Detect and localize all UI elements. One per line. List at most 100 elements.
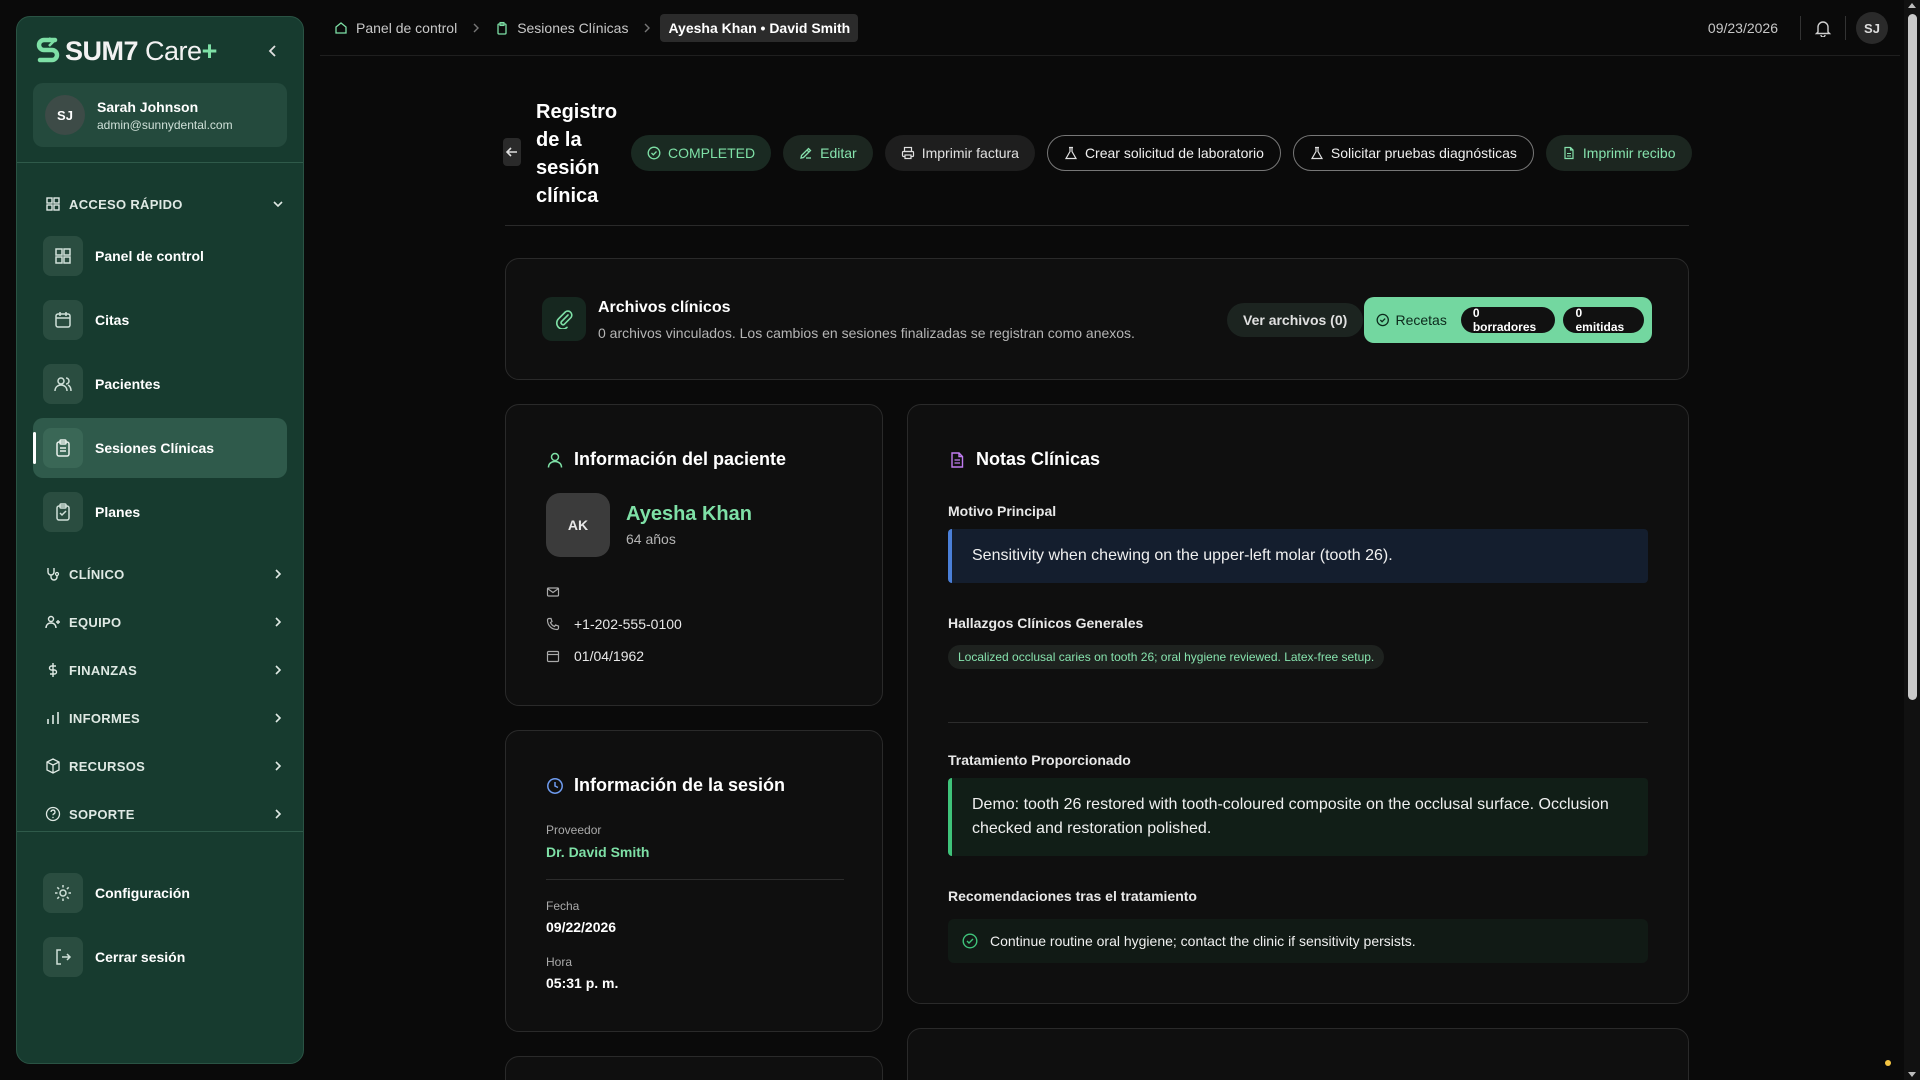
findings-tag: Localized occlusal caries on tooth 26; o… <box>948 645 1385 669</box>
collapse-sidebar-button[interactable] <box>261 39 285 63</box>
chief-complaint-text: Sensitivity when chewing on the upper-le… <box>948 529 1648 583</box>
flask-icon <box>1064 146 1077 160</box>
patient-name[interactable]: Ayesha Khan <box>626 503 752 526</box>
create-lab-request-button[interactable]: Crear solicitud de laboratorio <box>1046 135 1281 171</box>
provider-name[interactable]: Dr. David Smith <box>546 844 649 860</box>
scrollbar-thumb[interactable] <box>1908 14 1917 700</box>
page-scrollbar[interactable] <box>1904 0 1920 1080</box>
findings-label: Hallazgos Clínicos Generales <box>948 615 1144 631</box>
section-label: SOPORTE <box>69 806 135 822</box>
sidebar-divider <box>17 831 303 832</box>
arrow-left-icon <box>505 147 517 157</box>
session-date: 09/22/2026 <box>546 919 617 935</box>
chevron-right-icon <box>275 665 282 675</box>
scroll-up-icon[interactable] <box>1908 2 1916 10</box>
clipboard-icon <box>497 21 507 35</box>
date-label: Fecha <box>546 899 580 913</box>
chevron-right-icon <box>275 809 282 819</box>
print-receipt-button[interactable]: Imprimir recibo <box>1545 135 1692 171</box>
section-label: ACCESO RÁPIDO <box>69 196 183 212</box>
patient-age: 64 años <box>626 531 676 547</box>
bell-icon <box>1814 21 1832 37</box>
request-diagnostics-button[interactable]: Solicitar pruebas diagnósticas <box>1292 135 1534 171</box>
sidebar-item-appointments[interactable]: Citas <box>33 290 287 350</box>
section-reports[interactable]: INFORMES <box>45 708 291 728</box>
edit-icon <box>800 147 812 159</box>
paperclip-icon-box <box>542 297 586 341</box>
notifications-button[interactable] <box>1811 16 1835 40</box>
calendar-icon <box>546 650 560 663</box>
scroll-down-icon[interactable] <box>1908 1070 1916 1078</box>
chevron-left-icon <box>268 45 276 57</box>
breadcrumb-sessions[interactable]: Sesiones Clínicas <box>489 14 634 42</box>
sidebar-item-logout[interactable]: Cerrar sesión <box>33 927 287 987</box>
bar-chart-icon <box>47 712 59 724</box>
divider <box>948 722 1648 723</box>
clinical-notes-card: Notas Clínicas Motivo Principal Sensitiv… <box>907 404 1689 1004</box>
sidebar-item-label: Sesiones Clínicas <box>95 440 215 456</box>
sidebar-item-patients[interactable]: Pacientes <box>33 354 287 414</box>
clock-icon <box>547 777 563 794</box>
patient-dob: 01/04/1962 <box>574 648 645 664</box>
section-label: RECURSOS <box>69 758 146 774</box>
view-files-button[interactable]: Ver archivos (0) <box>1227 303 1364 337</box>
edit-button[interactable]: Editar <box>783 135 873 171</box>
print-invoice-button[interactable]: Imprimir factura <box>884 135 1035 171</box>
patient-email-row <box>546 585 574 599</box>
drafts-count: 0 borradores <box>1460 306 1556 334</box>
patient-info-card: Información del paciente AK Ayesha Khan … <box>505 404 883 706</box>
current-date: 09/23/2026 <box>1707 20 1778 36</box>
sidebar: SUM7 Care+ SJ Sarah Johnson admin@sunnyd… <box>16 16 304 1064</box>
chevron-right-icon <box>275 569 282 579</box>
section-clinical[interactable]: CLÍNICO <box>45 564 291 584</box>
sidebar-item-settings[interactable]: Configuración <box>33 863 287 923</box>
sidebar-item-label: Planes <box>95 504 141 520</box>
avatar: SJ <box>45 95 85 135</box>
patient-phone: +1-202-555-0100 <box>574 616 682 632</box>
logo-mark-icon <box>36 37 60 63</box>
issued-count: 0 emitidas <box>1563 306 1645 334</box>
session-time: 05:31 p. m. <box>546 975 619 991</box>
breadcrumb-current: Ayesha Khan • David Smith <box>660 14 859 42</box>
clipboard-check-icon <box>56 503 70 521</box>
user-avatar-button[interactable]: SJ <box>1856 12 1888 44</box>
chevron-down-icon <box>273 201 283 208</box>
file-icon <box>1564 146 1574 160</box>
recommendation-item: Continue routine oral hygiene; contact t… <box>948 919 1648 963</box>
sidebar-item-plans[interactable]: Planes <box>33 482 287 542</box>
breadcrumb: Panel de control Sesiones Clínicas Ayesh… <box>328 14 859 42</box>
sidebar-item-dashboard[interactable]: Panel de control <box>33 226 287 286</box>
section-finances[interactable]: FINANZAS <box>45 660 291 680</box>
logout-icon <box>56 949 72 965</box>
treatment-label: Tratamiento Proporcionado <box>948 752 1131 768</box>
divider <box>1845 16 1846 40</box>
chevron-right-icon <box>275 713 282 723</box>
sidebar-item-label: Configuración <box>95 885 190 901</box>
time-label: Hora <box>546 955 573 969</box>
check-circle-icon <box>1376 313 1389 327</box>
sidebar-item-clinical-sessions[interactable]: Sesiones Clínicas <box>33 418 287 478</box>
diagnostics-card <box>907 1028 1689 1080</box>
section-team[interactable]: EQUIPO <box>45 612 291 632</box>
check-circle-icon <box>962 933 978 949</box>
chief-complaint-label: Motivo Principal <box>948 503 1057 519</box>
user-card[interactable]: SJ Sarah Johnson admin@sunnydental.com <box>33 83 287 147</box>
brand-logo[interactable]: SUM7 Care+ <box>35 35 217 67</box>
back-button[interactable] <box>503 138 521 166</box>
user-group-icon <box>45 615 60 629</box>
section-label: CLÍNICO <box>69 566 125 582</box>
prescriptions-button[interactable]: Recetas 0 borradores 0 emitidas <box>1364 297 1652 343</box>
section-quick-access[interactable]: ACCESO RÁPIDO <box>45 194 291 214</box>
section-support[interactable]: SOPORTE <box>45 804 291 824</box>
recommendation-text: Continue routine oral hygiene; contact t… <box>990 933 1416 949</box>
patient-phone-row: +1-202-555-0100 <box>546 616 682 632</box>
sidebar-item-label: Citas <box>95 312 130 328</box>
status-indicator-dot <box>1885 1060 1891 1066</box>
grid-icon <box>46 197 60 211</box>
sidebar-divider <box>17 162 303 163</box>
session-section-title: Información de la sesión <box>546 775 785 796</box>
page-title: Registro de la sesión clínica <box>536 101 618 207</box>
clinical-files-card: Archivos clínicos 0 archivos vinculados.… <box>505 258 1689 380</box>
breadcrumb-dashboard[interactable]: Panel de control <box>328 14 463 42</box>
section-resources[interactable]: RECURSOS <box>45 756 291 776</box>
